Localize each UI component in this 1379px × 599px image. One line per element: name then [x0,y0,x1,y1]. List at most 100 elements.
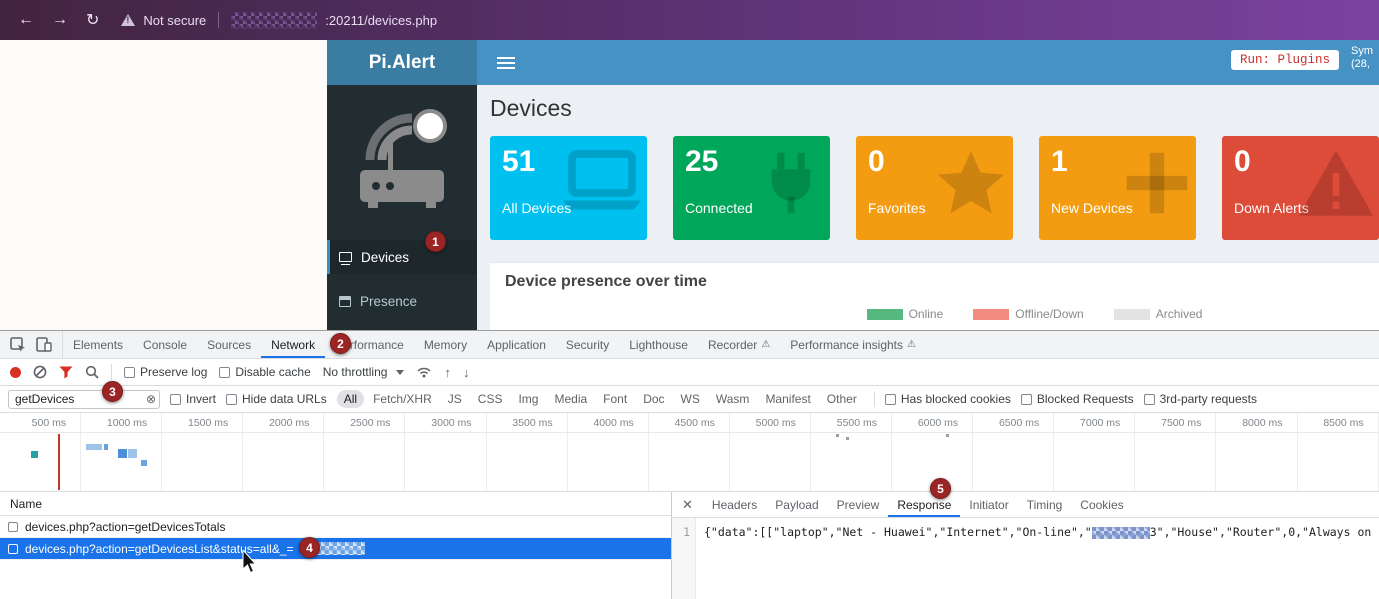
forward-icon[interactable]: → [52,11,68,29]
page: Pi.Alert Devi [0,40,1379,330]
request-checkbox[interactable] [8,522,18,532]
tab-label: Network [271,338,315,352]
tab-headers[interactable]: Headers [703,492,766,517]
app-header: Run: Plugins Sym (28, [477,40,1379,85]
record-icon[interactable] [10,367,21,378]
checkbox[interactable] [124,367,135,378]
checkbox[interactable] [219,367,230,378]
tab-application[interactable]: Application [477,331,556,358]
presence-title: Device presence over time [505,273,1364,291]
has-blocked-cookies-checkbox[interactable]: Has blocked cookies [885,392,1011,406]
timeline-tick: 8500 ms [1298,413,1379,491]
reload-icon[interactable]: ↻ [86,10,99,30]
tab-sources[interactable]: Sources [197,331,261,358]
filter-chip-other[interactable]: Other [820,390,864,408]
filter-chip-img[interactable]: Img [511,390,545,408]
sidebar-item-presence[interactable]: Presence [327,284,477,318]
waterfall-mark [141,460,147,466]
throttling-dropdown[interactable]: No throttling [323,365,405,379]
network-overview-timeline[interactable]: 500 ms 1000 ms 1500 ms 2000 ms 2500 ms 3… [0,413,1379,492]
filter-chip-manifest[interactable]: Manifest [758,390,817,408]
annotation-badge-1: 1 [425,231,446,252]
sidebar-item-devices[interactable]: Devices [327,240,477,274]
checkbox[interactable] [885,394,896,405]
tab-memory[interactable]: Memory [414,331,477,358]
tab-elements[interactable]: Elements [63,331,133,358]
experiment-icon: ⚠ [907,339,916,350]
response-viewer[interactable]: 1 {"data":[["laptop","Net - Huawei","Int… [672,518,1379,599]
timeline-tick: 2000 ms [243,413,324,491]
network-toolbar: Preserve log Disable cache No throttling… [0,359,1379,386]
filter-chip-js[interactable]: JS [441,390,469,408]
card-connected[interactable]: 25 Connected [673,136,830,240]
filter-chip-all[interactable]: All [337,390,364,408]
tab-label: Console [143,338,187,352]
card-down-alerts[interactable]: 0 Down Alerts [1222,136,1379,240]
filter-chip-ws[interactable]: WS [674,390,707,408]
third-party-requests-checkbox[interactable]: 3rd-party requests [1144,392,1257,406]
filter-chip-media[interactable]: Media [547,390,594,408]
checkbox[interactable] [170,394,181,405]
checkbox[interactable] [1144,394,1155,405]
filter-chip-doc[interactable]: Doc [636,390,671,408]
card-new-devices[interactable]: 1 New Devices [1039,136,1196,240]
checkbox[interactable] [1021,394,1032,405]
disable-cache-checkbox[interactable]: Disable cache [219,365,310,379]
timeline-tick: 2500 ms [324,413,405,491]
invert-checkbox[interactable]: Invert [170,392,216,406]
card-favorites[interactable]: 0 Favorites [856,136,1013,240]
tab-payload[interactable]: Payload [766,492,827,517]
close-icon[interactable]: ✕ [672,497,703,513]
request-detail-pane: ✕ Headers Payload Preview Response Initi… [672,492,1379,599]
hamburger-icon[interactable] [497,62,515,64]
app-main: Run: Plugins Sym (28, Devices 51 All Dev… [477,40,1379,330]
tab-performance-insights[interactable]: Performance insights ⚠ [780,331,926,358]
tab-initiator[interactable]: Initiator [960,492,1017,517]
search-icon[interactable] [85,365,99,379]
export-har-icon[interactable]: ↓ [463,365,470,380]
checkbox-label: Has blocked cookies [901,392,1011,406]
network-conditions-icon[interactable] [416,366,432,378]
tab-preview[interactable]: Preview [828,492,889,517]
request-row-selected[interactable]: devices.php?action=getDevicesList&status… [0,538,671,560]
checkbox-label: Hide data URLs [242,392,327,406]
tab-timing[interactable]: Timing [1018,492,1072,517]
filter-chip-xhr[interactable]: Fetch/XHR [366,390,439,408]
blocked-requests-checkbox[interactable]: Blocked Requests [1021,392,1134,406]
back-icon[interactable]: ← [18,11,34,29]
tab-lighthouse[interactable]: Lighthouse [619,331,698,358]
tab-label: Memory [424,338,467,352]
tab-console[interactable]: Console [133,331,197,358]
filter-icon[interactable] [59,366,73,379]
tab-cookies[interactable]: Cookies [1071,492,1132,517]
brand-logo[interactable]: Pi.Alert [327,40,477,85]
import-har-icon[interactable]: ↑ [444,365,451,380]
waterfall-mark [836,434,839,437]
filter-chip-css[interactable]: CSS [471,390,510,408]
filter-input[interactable] [8,390,160,409]
request-list: Name devices.php?action=getDevicesTotals… [0,492,672,599]
request-list-header[interactable]: Name [0,492,671,516]
address-bar[interactable]: Not secure :20211/devices.php [121,12,437,29]
tab-recorder[interactable]: Recorder⚠ [698,331,780,358]
tab-response[interactable]: Response [888,492,960,517]
request-checkbox[interactable] [8,544,18,554]
device-toolbar-icon[interactable] [36,337,52,352]
presence-legend: Online Offline/Down Archived [705,307,1364,321]
checkbox[interactable] [226,394,237,405]
clear-icon[interactable] [33,365,47,379]
preserve-log-checkbox[interactable]: Preserve log [124,365,207,379]
clear-filter-icon[interactable]: ⊗ [146,392,156,406]
request-row[interactable]: devices.php?action=getDevicesTotals [0,516,671,538]
hide-data-urls-checkbox[interactable]: Hide data URLs [226,392,327,406]
inspect-element-icon[interactable] [10,337,26,353]
blank-page-area [0,40,327,330]
card-all-devices[interactable]: 51 All Devices [490,136,647,240]
run-plugins-button[interactable]: Run: Plugins [1231,50,1339,70]
tab-label: Performance insights [790,338,903,352]
filter-chip-wasm[interactable]: Wasm [709,390,757,408]
filter-chip-font[interactable]: Font [596,390,634,408]
tab-security[interactable]: Security [556,331,619,358]
devtools: Elements Console Sources Network Perform… [0,330,1379,599]
tab-network[interactable]: Network [261,331,325,358]
